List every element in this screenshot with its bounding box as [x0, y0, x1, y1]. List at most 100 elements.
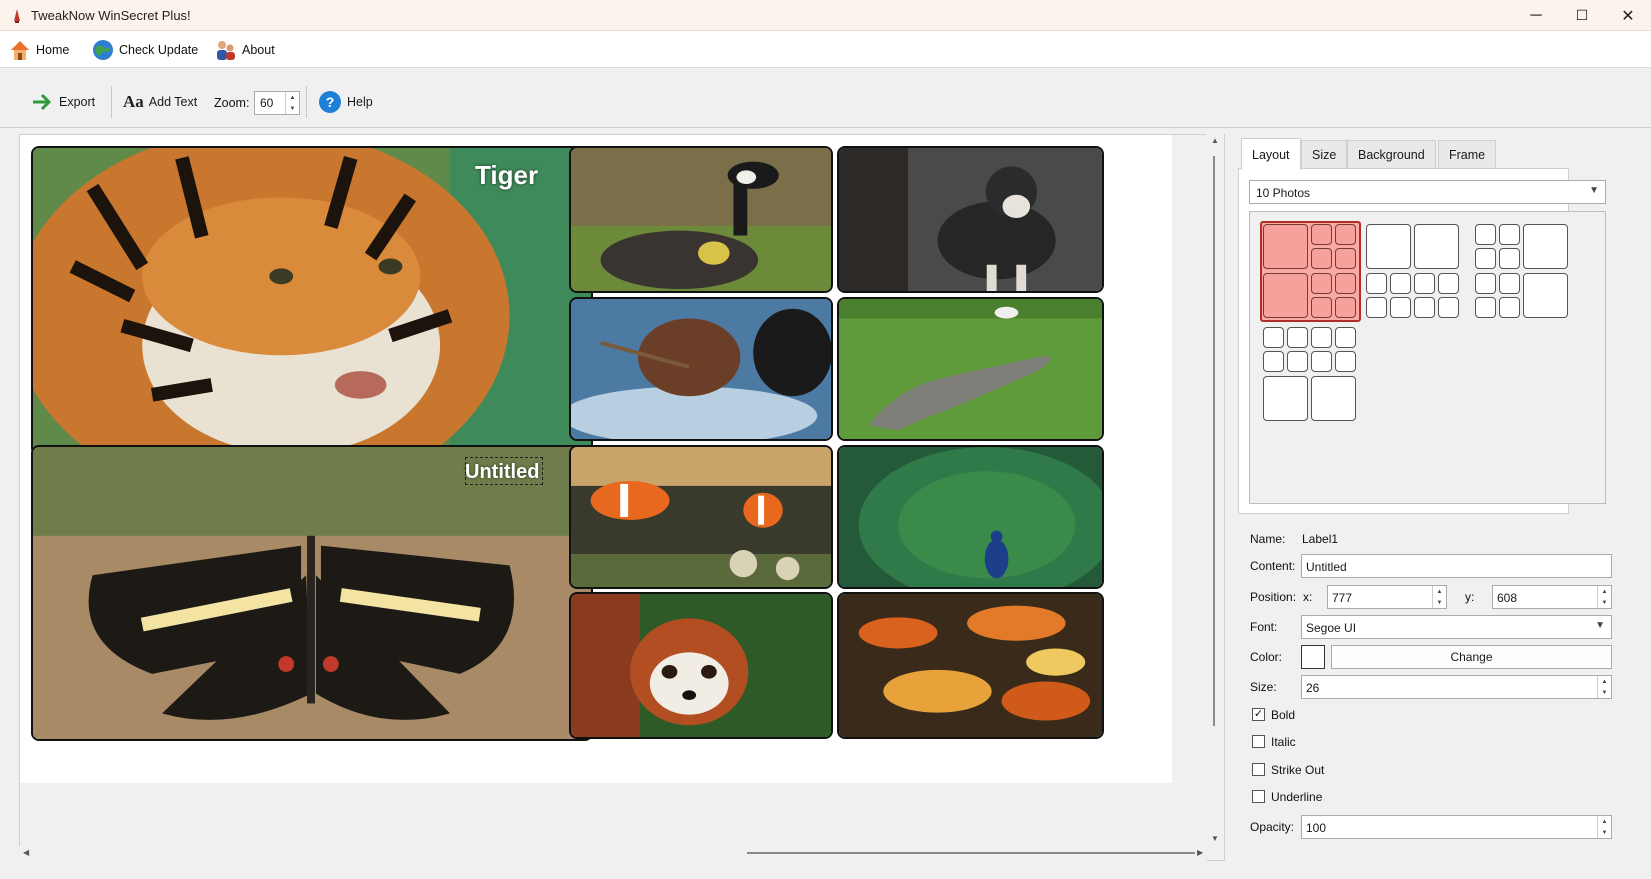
menu-check-update[interactable]: Check Update — [91, 37, 198, 63]
photo-koi[interactable] — [837, 592, 1104, 739]
husky-image — [839, 148, 1102, 291]
font-value: Segoe UI — [1306, 621, 1357, 635]
scroll-up-icon[interactable]: ▲ — [1211, 136, 1219, 145]
layout-option-3[interactable] — [1475, 224, 1571, 320]
font-select[interactable]: Segoe UI ▼ — [1301, 615, 1612, 639]
layout-tab-body: 10 Photos ▼ — [1238, 168, 1606, 514]
color-label: Color: — [1250, 650, 1283, 664]
menu-home-label: Home — [36, 43, 70, 57]
tab-frame[interactable]: Frame — [1438, 140, 1497, 168]
add-text-label: Add Text — [148, 95, 198, 109]
photo-caption-untitled[interactable]: Untitled — [465, 461, 539, 484]
photo-peacock[interactable] — [837, 445, 1104, 589]
layout-options-grid — [1249, 211, 1606, 504]
layout-option-1[interactable] — [1260, 221, 1361, 322]
add-text-button[interactable]: Aa Add Text — [123, 90, 197, 114]
maximize-button[interactable]: ☐ — [1559, 0, 1605, 31]
position-y-stepper[interactable]: 608 ▲ ▼ — [1492, 585, 1612, 609]
opacity-label: Opacity: — [1250, 820, 1295, 834]
position-x-value: 777 — [1332, 591, 1353, 605]
underline-label[interactable]: Underline — [1271, 790, 1322, 804]
bold-label[interactable]: Bold — [1271, 708, 1295, 722]
vertical-scroll-thumb[interactable] — [1213, 156, 1215, 726]
italic-label[interactable]: Italic — [1271, 735, 1296, 749]
layout-option-2[interactable] — [1366, 224, 1462, 320]
font-label: Font: — [1250, 620, 1278, 634]
zoom-label: Zoom: — [214, 96, 250, 110]
chevron-down-icon: ▼ — [1595, 620, 1605, 631]
font-size-value: 26 — [1306, 681, 1320, 695]
position-x-stepper[interactable]: 777 ▲ ▼ — [1327, 585, 1447, 609]
underline-checkbox[interactable] — [1252, 790, 1265, 803]
scroll-right-icon[interactable]: ▶ — [1197, 848, 1203, 857]
color-swatch[interactable] — [1301, 645, 1325, 669]
vertical-scrollbar[interactable]: ▲ ▼ — [1206, 134, 1224, 846]
collage-canvas: Tiger Untitled — [20, 135, 1172, 783]
help-button[interactable]: ? Help — [318, 90, 373, 114]
text-properties: Name: Label1 Content: Untitled Position:… — [1238, 524, 1640, 854]
title-bar: TweakNow WinSecret Plus! ─ ☐ ✕ — [0, 0, 1651, 31]
position-label: Position: — [1250, 590, 1297, 604]
photo-crocodile[interactable] — [837, 297, 1104, 441]
tab-layout[interactable]: Layout — [1241, 138, 1301, 170]
content-value: Untitled — [1306, 560, 1347, 574]
spin-arrows-icon[interactable]: ▲ ▼ — [1597, 816, 1611, 838]
window-title: TweakNow WinSecret Plus! — [31, 8, 191, 23]
photo-caption-tiger[interactable]: Tiger — [475, 160, 538, 191]
y-label: y: — [1465, 590, 1475, 604]
spin-arrows-icon[interactable]: ▲ ▼ — [1597, 586, 1611, 608]
scroll-left-icon[interactable]: ◀ — [23, 848, 29, 857]
menu-about-label: About — [242, 43, 275, 57]
photo-clownfish[interactable] — [569, 445, 833, 589]
scroll-down-icon[interactable]: ▼ — [1211, 834, 1219, 843]
chevron-down-icon: ▼ — [1589, 185, 1599, 196]
people-icon — [217, 41, 235, 60]
strike-out-label[interactable]: Strike Out — [1271, 763, 1324, 777]
photo-goose[interactable] — [569, 146, 833, 293]
app-logo-icon — [14, 9, 20, 23]
horizontal-scroll-thumb[interactable] — [747, 852, 1195, 854]
opacity-stepper[interactable]: 100 ▲ ▼ — [1301, 815, 1612, 839]
export-label: Export — [59, 95, 96, 109]
photo-red-panda[interactable] — [569, 592, 833, 739]
globe-icon — [93, 40, 113, 60]
tab-background[interactable]: Background — [1347, 140, 1436, 168]
photo-tiger[interactable]: Tiger — [31, 146, 593, 456]
italic-checkbox[interactable] — [1252, 735, 1265, 748]
red-panda-image — [571, 594, 831, 737]
x-label: x: — [1303, 590, 1313, 604]
tab-size[interactable]: Size — [1301, 140, 1348, 168]
text-aa-icon: Aa — [123, 92, 144, 111]
size-label: Size: — [1250, 680, 1277, 694]
export-button[interactable]: Export — [32, 90, 95, 114]
photo-count-value: 10 Photos — [1256, 186, 1311, 200]
close-button[interactable]: ✕ — [1605, 0, 1651, 31]
menu-check-update-label: Check Update — [119, 43, 199, 57]
spin-arrows-icon[interactable]: ▲ ▼ — [1432, 586, 1446, 608]
photo-dogs-water[interactable] — [569, 297, 833, 441]
font-size-stepper[interactable]: 26 ▲ ▼ — [1301, 675, 1612, 699]
zoom-spin-icon[interactable]: ▲ ▼ — [285, 92, 299, 114]
butterfly-image — [33, 447, 591, 739]
photo-husky[interactable] — [837, 146, 1104, 293]
canvas-area: Tiger Untitled — [19, 134, 1225, 861]
horizontal-scrollbar[interactable]: ◀ ▶ — [19, 846, 1207, 861]
photo-butterfly[interactable]: Untitled — [31, 445, 593, 741]
name-value: Label1 — [1302, 532, 1339, 546]
content-input[interactable]: Untitled — [1301, 554, 1612, 578]
goose-image — [571, 148, 831, 291]
toolbar-separator — [111, 86, 112, 118]
minimize-button[interactable]: ─ — [1513, 0, 1559, 31]
strike-out-checkbox[interactable] — [1252, 763, 1265, 776]
zoom-stepper[interactable]: 60 ▲ ▼ — [254, 91, 300, 115]
photo-count-select[interactable]: 10 Photos ▼ — [1249, 180, 1606, 204]
peacock-image — [839, 447, 1102, 587]
menu-about[interactable]: About — [214, 37, 275, 63]
change-color-button[interactable]: Change — [1331, 645, 1612, 669]
bold-checkbox[interactable]: ✓ — [1252, 708, 1265, 721]
layout-option-4[interactable] — [1263, 327, 1359, 423]
svg-text:?: ? — [326, 94, 335, 110]
menu-home[interactable]: Home — [8, 37, 69, 63]
spin-arrows-icon[interactable]: ▲ ▼ — [1597, 676, 1611, 698]
menu-bar: Home Check Update About — [0, 31, 1651, 68]
